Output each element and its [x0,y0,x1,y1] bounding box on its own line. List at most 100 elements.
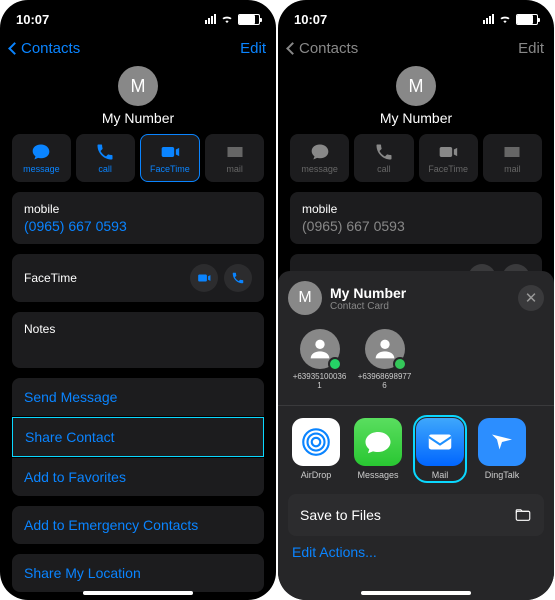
whatsapp-badge-icon [328,357,342,371]
mail-app-label: Mail [432,470,449,480]
message-button-r[interactable]: message [290,134,349,182]
mail-button-r[interactable]: mail [483,134,542,182]
message-label-r: message [301,164,338,174]
back-button-r[interactable]: Contacts [288,40,358,57]
mobile-label: mobile [24,202,252,216]
back-label-r: Contacts [299,40,358,57]
messages-badge-icon [393,357,407,371]
status-icons-r [483,14,538,25]
mail-app[interactable]: Mail [416,418,464,480]
share-contact-link[interactable]: Share Contact [12,417,264,457]
avatar[interactable]: M [118,66,158,106]
time: 10:07 [16,12,49,27]
target-avatar-2 [365,329,405,369]
close-button[interactable]: ✕ [518,285,544,311]
battery-icon [238,14,260,25]
contact-name: My Number [0,110,276,126]
status-bar-r: 10:07 [278,4,554,34]
mail-button[interactable]: mail [205,134,264,182]
phone-icon-r [374,142,394,162]
notes-field[interactable]: Notes [12,312,264,368]
mobile-field[interactable]: mobile (0965) 667 0593 [12,192,264,244]
mail-label: mail [226,164,243,174]
action-buttons: message call FaceTime mail [0,134,276,192]
facetime-button[interactable]: FaceTime [140,134,201,182]
call-button[interactable]: call [76,134,135,182]
messages-app-label: Messages [357,470,398,480]
save-files-label: Save to Files [300,507,381,523]
facetime-icon [160,142,180,162]
video-icon [197,271,211,285]
save-to-files[interactable]: Save to Files [288,494,544,536]
facetime-label-r: FaceTime [428,164,468,174]
sheet-title: My Number [330,285,406,301]
facetime-icons [190,264,252,292]
send-message-link[interactable]: Send Message [12,378,264,416]
message-label: message [23,164,60,174]
phone-icon [95,142,115,162]
target-contact-1[interactable]: +639351000361 [292,329,347,391]
call-label: call [98,164,112,174]
mail-icon-r [502,142,522,162]
facetime-label: FaceTime [150,164,190,174]
mail-label-r: mail [504,164,521,174]
mobile-number-r: (0965) 667 0593 [302,218,530,234]
contact-header: M My Number [0,62,276,134]
sheet-subtitle: Contact Card [330,301,406,312]
message-icon-r [310,142,330,162]
mobile-field-r[interactable]: mobile (0965) 667 0593 [290,192,542,244]
nav-bar: Contacts Edit [0,34,276,62]
airdrop-icon [292,418,340,466]
call-button-r[interactable]: call [354,134,413,182]
message-button[interactable]: message [12,134,71,182]
mail-app-icon [416,418,464,466]
share-location-link[interactable]: Share My Location [12,554,264,592]
chevron-left-icon-r [286,42,299,55]
phone-small-icon [231,271,245,285]
mobile-number: (0965) 667 0593 [24,218,252,234]
sheet-header: M My Number Contact Card ✕ [288,281,544,315]
link-group-2: Add to Emergency Contacts Share My Locat… [12,506,264,592]
contact-targets: +639351000361 +639686989776 [288,329,544,391]
facetime-field-label: FaceTime [24,271,77,285]
facetime-button-r[interactable]: FaceTime [419,134,478,182]
dingtalk-app[interactable]: DingTalk [478,418,526,480]
status-icons [205,14,260,25]
link-group-1: Send Message Share Contact Add to Favori… [12,378,264,496]
wifi-icon-r [498,14,512,24]
target-avatar-1 [300,329,340,369]
mail-icon [225,142,245,162]
facetime-audio-button[interactable] [224,264,252,292]
status-bar: 10:07 [0,4,276,34]
signal-icon-r [483,14,494,24]
sheet-avatar: M [288,281,322,315]
dingtalk-label: DingTalk [485,470,520,480]
facetime-icon-r [438,142,458,162]
mobile-label-r: mobile [302,202,530,216]
call-label-r: call [377,164,391,174]
add-emergency-link[interactable]: Add to Emergency Contacts [12,506,264,544]
wifi-icon [220,14,234,24]
phone-right: 10:07 Contacts Edit M My Number message … [278,0,554,600]
home-indicator-r[interactable] [361,591,471,595]
airdrop-app[interactable]: AirDrop [292,418,340,480]
edit-actions-link[interactable]: Edit Actions... [288,544,544,560]
nav-bar-r: Contacts Edit [278,34,554,62]
facetime-field: FaceTime [12,254,264,302]
notes-label: Notes [24,322,252,336]
edit-button-r[interactable]: Edit [518,40,544,57]
facetime-video-button[interactable] [190,264,218,292]
messages-app-icon [354,418,402,466]
back-label: Contacts [21,40,80,57]
contact-header-r: M My Number [278,62,554,134]
edit-button[interactable]: Edit [240,40,266,57]
home-indicator[interactable] [83,591,193,595]
folder-icon [514,506,532,524]
messages-app[interactable]: Messages [354,418,402,480]
action-buttons-r: message call FaceTime mail [278,134,554,192]
avatar-r[interactable]: M [396,66,436,106]
target-label-2: +639686989776 [357,373,412,391]
target-contact-2[interactable]: +639686989776 [357,329,412,391]
add-favorites-link[interactable]: Add to Favorites [12,458,264,496]
back-button[interactable]: Contacts [10,40,80,57]
